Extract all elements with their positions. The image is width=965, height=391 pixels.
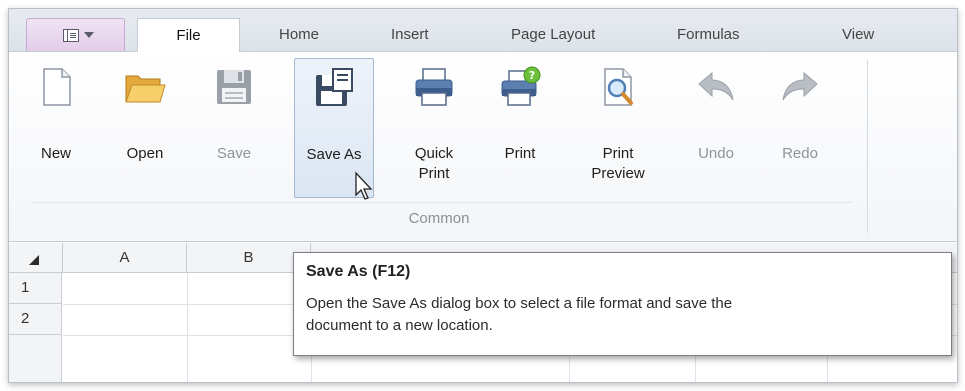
print-preview-button[interactable]: Print Preview — [578, 58, 658, 198]
new-button-label: New — [40, 145, 71, 162]
row-header-1[interactable]: 1 — [9, 273, 62, 304]
group-separator — [867, 60, 868, 233]
tab-home[interactable]: Home — [279, 26, 319, 43]
tooltip-body: Open the Save As dialog box to select a … — [306, 293, 939, 337]
print-button-label: Print — [504, 145, 536, 162]
quick-print-button-label: Quick Print — [401, 144, 467, 184]
tab-formulas[interactable]: Formulas — [677, 26, 740, 43]
group-divider-line — [33, 202, 853, 203]
tab-insert[interactable]: Insert — [391, 26, 429, 43]
printer-icon — [415, 68, 453, 106]
redo-button-label: Redo — [782, 145, 818, 162]
open-button-label: Open — [126, 145, 164, 162]
printer-help-icon: ? — [501, 66, 541, 106]
print-preview-label-line1: Print — [602, 145, 634, 162]
redo-arrow-icon — [782, 71, 818, 101]
select-all-corner[interactable] — [9, 243, 63, 273]
open-button[interactable]: Open — [105, 58, 185, 198]
new-button[interactable]: New — [23, 58, 89, 198]
row-header-2[interactable]: 2 — [9, 304, 62, 335]
tab-page-layout[interactable]: Page Layout — [511, 26, 595, 43]
mouse-pointer-icon — [355, 171, 373, 200]
app-window: File Home Insert Page Layout Formulas Vi… — [8, 8, 958, 383]
ribbon-tab-strip: File Home Insert Page Layout Formulas Vi… — [9, 9, 957, 53]
save-button-label: Save — [216, 145, 252, 162]
save-as-tooltip: Save As (F12) Open the Save As dialog bo… — [293, 252, 952, 356]
application-menu-icon — [63, 29, 79, 42]
tab-file[interactable]: File — [137, 18, 240, 53]
quick-print-label-line1: Quick — [414, 145, 454, 162]
print-preview-label-line2: Preview — [591, 165, 645, 182]
print-button[interactable]: ? Print — [487, 58, 553, 198]
save-button[interactable]: Save — [201, 58, 267, 198]
tooltip-title: Save As (F12) — [306, 263, 411, 280]
save-as-button-label: Save As — [306, 146, 362, 163]
grid-line — [187, 273, 188, 382]
print-preview-button-label: Print Preview — [578, 144, 658, 184]
row-header-3[interactable] — [9, 335, 62, 382]
floppy-disk-icon — [217, 70, 251, 104]
ribbon-group-label: Common — [408, 210, 470, 227]
ribbon-panel: New Open Save Save As Quick Print ? Prin… — [9, 52, 957, 242]
new-document-icon — [43, 68, 71, 106]
dropdown-arrow-icon — [84, 32, 94, 38]
undo-arrow-icon — [698, 71, 734, 101]
redo-button[interactable]: Redo — [767, 58, 833, 198]
undo-button[interactable]: Undo — [683, 58, 749, 198]
column-header-a[interactable]: A — [63, 243, 187, 273]
tooltip-line-2: document to a new location. — [306, 317, 493, 334]
tab-view[interactable]: View — [842, 26, 874, 43]
select-all-icon — [29, 255, 39, 265]
quick-print-label-line2: Print — [418, 165, 450, 182]
open-folder-icon — [125, 75, 166, 103]
quick-print-button[interactable]: Quick Print — [401, 58, 467, 198]
print-preview-icon — [604, 68, 633, 106]
svg-text:?: ? — [529, 69, 535, 82]
undo-button-label: Undo — [698, 145, 734, 162]
save-as-icon — [316, 68, 353, 106]
tooltip-line-1: Open the Save As dialog box to select a … — [306, 295, 733, 312]
application-menu-button[interactable] — [26, 18, 125, 51]
